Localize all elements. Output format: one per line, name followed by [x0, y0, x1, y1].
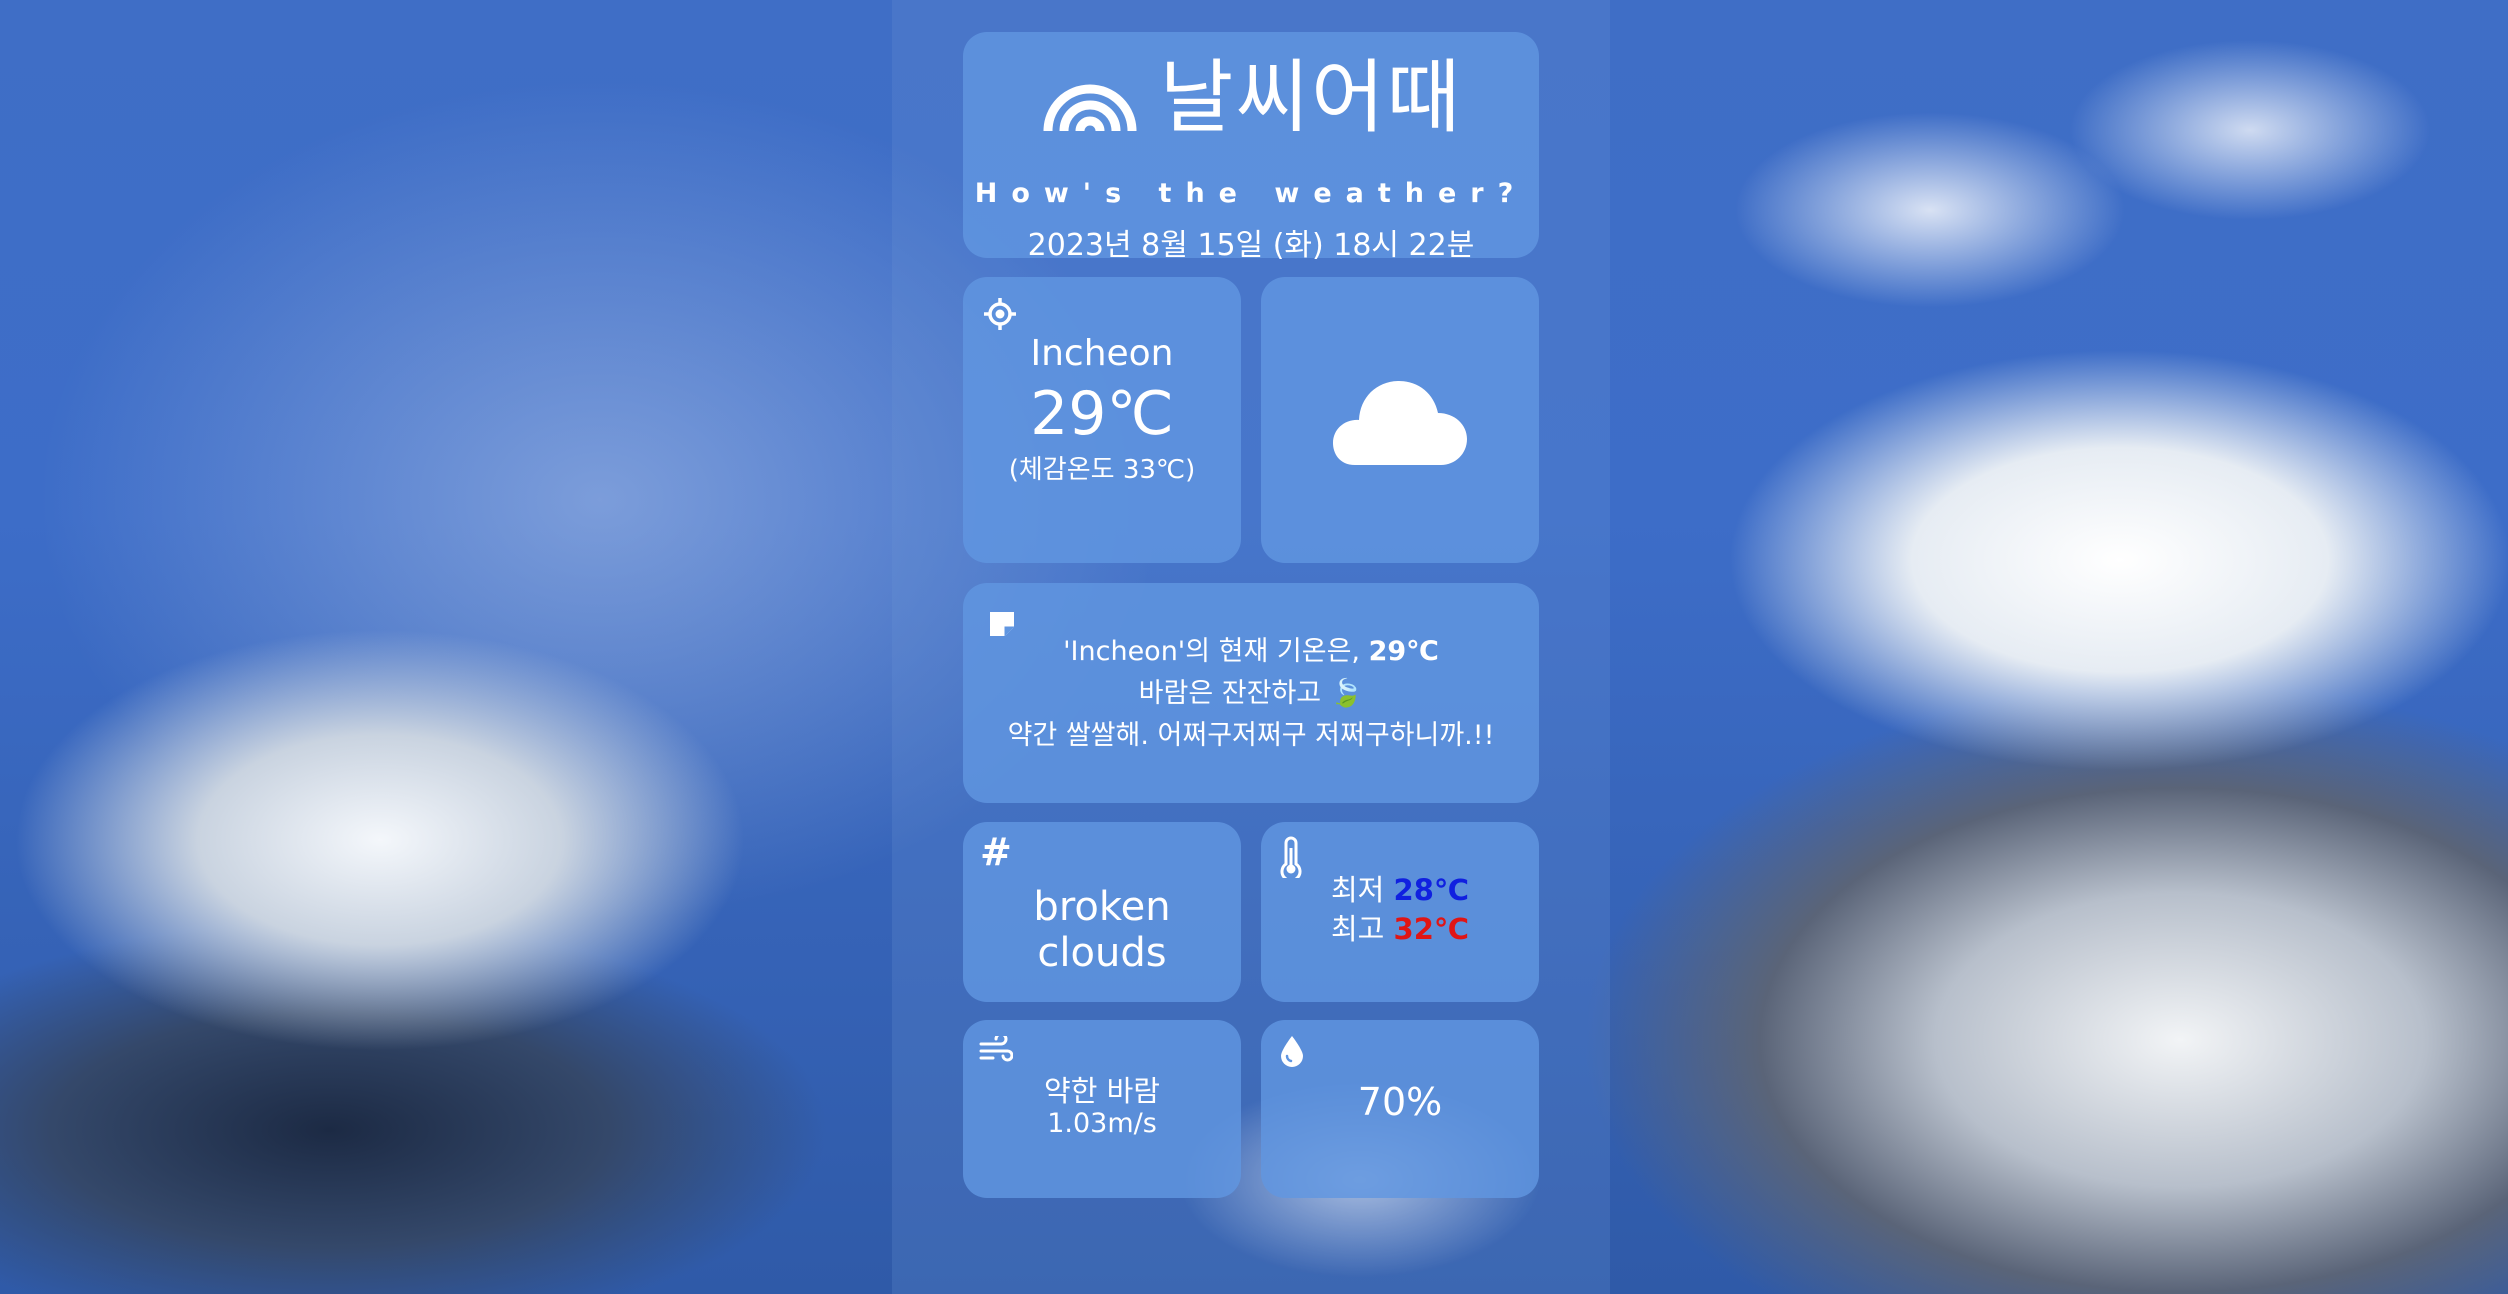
current-temperature: 29℃ [1030, 379, 1174, 449]
wind-speed: 1.03m/s [1047, 1108, 1157, 1139]
humidity-value: 70% [1357, 1080, 1443, 1124]
min-max-card: 최저 28℃ 최고 32℃ [1261, 822, 1539, 1002]
max-temperature: 32℃ [1393, 912, 1470, 946]
description-card: # broken clouds [963, 822, 1241, 1002]
app-subtitle: How's the weather? [974, 178, 1528, 209]
wind-description: 약한 바람 [1044, 1074, 1160, 1108]
current-datetime: 2023년 8월 15일 (화) 18시 22분 [1027, 228, 1475, 263]
humidity-card: 70% [1261, 1020, 1539, 1198]
cloud-icon [1333, 381, 1467, 465]
message-city-text: 'Incheon'의 현재 기온은, [1063, 636, 1369, 667]
max-temperature-row: 최고 32℃ [1261, 906, 1539, 948]
feels-like-temperature: (체감온도 33℃) [1008, 455, 1196, 485]
message-temperature: 29℃ [1368, 636, 1439, 667]
header-card: 날씨어때 How's the weather? 2023년 8월 15일 (화)… [963, 32, 1539, 263]
weather-icon-card [1261, 277, 1539, 563]
droplet-icon [1281, 1036, 1303, 1067]
location-crosshair-icon[interactable] [983, 297, 1017, 331]
weather-message-card: 'Incheon'의 현재 기온은, 29℃ 바람은 잔잔하고 🍃 약간 쌀쌀해… [963, 583, 1539, 803]
weather-description: broken clouds [1033, 884, 1171, 976]
wind-icon [979, 1036, 1013, 1062]
hash-icon: # [980, 830, 1012, 874]
city-name: Incheon [1030, 333, 1174, 374]
rainbow-icon [1043, 84, 1137, 132]
location-card: Incheon 29℃ (체감온도 33℃) [963, 277, 1241, 563]
logo: 날씨어때 [963, 58, 1539, 138]
max-label: 최고 [1330, 912, 1385, 946]
min-temperature: 28℃ [1393, 873, 1470, 907]
app-title: 날씨어때 [1159, 51, 1463, 144]
wind-card: 약한 바람 1.03m/s [963, 1020, 1241, 1198]
min-temperature-row: 최저 28℃ [1261, 867, 1539, 909]
message-line-1: 'Incheon'의 현재 기온은, 29℃ [963, 629, 1539, 668]
message-line-3: 약간 쌀쌀해. 어쩌구저쩌구 저쩌구하니까.!! [1007, 720, 1495, 751]
min-label: 최저 [1330, 873, 1385, 907]
message-line-2: 바람은 잔잔하고 🍃 [1138, 678, 1364, 709]
